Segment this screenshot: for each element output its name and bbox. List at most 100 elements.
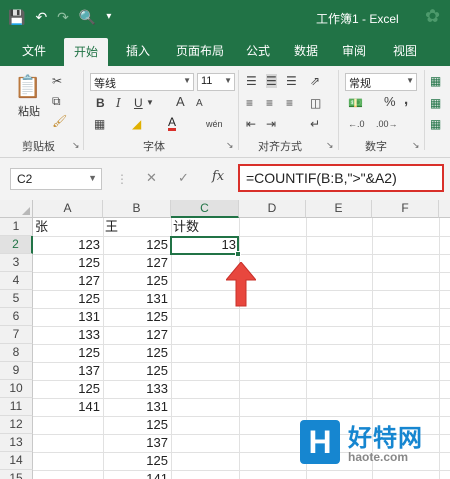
cell-a1[interactable]: 张 xyxy=(33,218,103,236)
tab-view[interactable]: 视图 xyxy=(393,42,417,59)
cell-b1[interactable]: 王 xyxy=(103,218,171,236)
cell-b7[interactable]: 127 xyxy=(103,326,171,344)
tab-data[interactable]: 数据 xyxy=(294,42,318,59)
italic-button[interactable]: I xyxy=(116,96,121,110)
cell-b9[interactable]: 125 xyxy=(103,362,171,380)
align-bottom-icon[interactable]: ☰ xyxy=(286,74,297,88)
decrease-decimal-icon[interactable]: .00→ xyxy=(376,117,398,131)
cell-a3[interactable]: 125 xyxy=(33,254,103,272)
cell-a4[interactable]: 127 xyxy=(33,272,103,290)
name-box[interactable]: C2 ▼ xyxy=(10,168,102,190)
bold-button[interactable]: B xyxy=(96,96,105,110)
row-header-4[interactable]: 4 xyxy=(0,272,33,290)
row-header-7[interactable]: 7 xyxy=(0,326,33,344)
fill-color-icon[interactable]: ◢ xyxy=(132,117,141,131)
tab-review[interactable]: 审阅 xyxy=(342,42,366,59)
customize-qat-icon[interactable]: ▾ xyxy=(106,8,111,26)
enter-button[interactable]: ✓ xyxy=(178,170,189,186)
cell-b2[interactable]: 125 xyxy=(103,236,171,254)
wrap-text-icon[interactable]: ↵ xyxy=(310,117,320,131)
font-color-button[interactable]: A xyxy=(168,116,177,131)
tab-insert[interactable]: 插入 xyxy=(126,42,150,59)
cell-c1[interactable]: 计数 xyxy=(171,218,239,236)
align-middle-icon[interactable]: ☰ xyxy=(266,74,277,88)
print-preview-icon[interactable]: 🔍 xyxy=(79,8,96,26)
merge-center-icon[interactable]: ◫ xyxy=(310,96,321,110)
cell-a5[interactable]: 125 xyxy=(33,290,103,308)
column-header-g[interactable] xyxy=(439,200,450,218)
row-header-12[interactable]: 12 xyxy=(0,416,33,434)
cell-b4[interactable]: 125 xyxy=(103,272,171,290)
align-top-icon[interactable]: ☰ xyxy=(246,74,257,88)
cell-b12[interactable]: 125 xyxy=(103,416,171,434)
cell-a10[interactable]: 125 xyxy=(33,380,103,398)
cut-icon[interactable]: ✂ xyxy=(52,74,62,88)
cell-b6[interactable]: 125 xyxy=(103,308,171,326)
column-header-b[interactable]: B xyxy=(103,200,171,218)
cell-a9[interactable]: 137 xyxy=(33,362,103,380)
column-header-a[interactable]: A xyxy=(33,200,103,218)
cell-b3[interactable]: 127 xyxy=(103,254,171,272)
font-launcher-icon[interactable]: ↘ xyxy=(226,140,234,151)
column-header-f[interactable]: F xyxy=(372,200,439,218)
insert-function-button[interactable]: fx xyxy=(212,169,224,184)
underline-button[interactable]: U xyxy=(134,96,143,110)
borders-icon[interactable]: ▦ xyxy=(94,117,105,131)
percent-button[interactable]: % xyxy=(384,95,396,109)
currency-icon[interactable]: 💵 xyxy=(348,96,363,110)
increase-decimal-icon[interactable]: ←.0 xyxy=(348,117,365,131)
undo-icon[interactable]: ↶ xyxy=(35,8,47,26)
cell-b10[interactable]: 133 xyxy=(103,380,171,398)
row-header-5[interactable]: 5 xyxy=(0,290,33,308)
font-size-combo[interactable]: 11 ▼ xyxy=(197,73,235,91)
font-name-combo[interactable]: 等线 ▼ xyxy=(90,73,194,91)
shrink-font-button[interactable]: A xyxy=(196,97,203,111)
cell-a6[interactable]: 131 xyxy=(33,308,103,326)
cell-b15[interactable]: 141 xyxy=(103,470,171,479)
phonetic-guide-button[interactable]: wén xyxy=(206,117,223,131)
align-center-icon[interactable]: ≡ xyxy=(266,96,273,110)
cell-a11[interactable]: 141 xyxy=(33,398,103,416)
conditional-formatting-icon[interactable]: ▦ xyxy=(430,74,441,88)
align-left-icon[interactable]: ≡ xyxy=(246,96,253,110)
column-header-e[interactable]: E xyxy=(306,200,372,218)
cell-a7[interactable]: 133 xyxy=(33,326,103,344)
align-right-icon[interactable]: ≡ xyxy=(286,96,293,110)
paste-icon[interactable]: 📋 xyxy=(12,72,44,102)
row-header-14[interactable]: 14 xyxy=(0,452,33,470)
column-header-d[interactable]: D xyxy=(239,200,306,218)
fill-handle[interactable] xyxy=(235,251,241,257)
copy-icon[interactable]: ⧉ xyxy=(52,94,61,108)
row-header-6[interactable]: 6 xyxy=(0,308,33,326)
grow-font-button[interactable]: A xyxy=(176,95,185,109)
cell-a8[interactable]: 125 xyxy=(33,344,103,362)
comma-button[interactable]: , xyxy=(404,92,408,107)
cancel-button[interactable]: ✕ xyxy=(146,170,157,186)
row-header-9[interactable]: 9 xyxy=(0,362,33,380)
cell-b5[interactable]: 131 xyxy=(103,290,171,308)
save-icon[interactable]: 💾 xyxy=(8,8,25,26)
paste-button[interactable]: 粘贴 xyxy=(14,104,44,118)
column-header-c[interactable]: C xyxy=(171,200,239,218)
row-header-3[interactable]: 3 xyxy=(0,254,33,272)
orientation-icon[interactable]: ⇗ xyxy=(310,74,320,88)
cell-styles-icon[interactable]: ▦ xyxy=(430,117,441,131)
formula-input[interactable]: =COUNTIF(B:B,">"&A2) xyxy=(238,164,444,192)
row-header-8[interactable]: 8 xyxy=(0,344,33,362)
cell-b8[interactable]: 125 xyxy=(103,344,171,362)
formula-bar-grip[interactable]: ⋮ xyxy=(116,172,128,186)
format-painter-icon[interactable]: 🖌 xyxy=(52,114,67,128)
decrease-indent-icon[interactable]: ⇤ xyxy=(246,117,256,131)
increase-indent-icon[interactable]: ⇥ xyxy=(266,117,276,131)
select-all-button[interactable] xyxy=(0,200,33,218)
cell-b13[interactable]: 137 xyxy=(103,434,171,452)
number-launcher-icon[interactable]: ↘ xyxy=(412,140,420,151)
cell-b14[interactable]: 125 xyxy=(103,452,171,470)
tab-page-layout[interactable]: 页面布局 xyxy=(176,42,224,59)
number-format-combo[interactable]: 常规 ▼ xyxy=(345,73,417,91)
tab-formulas[interactable]: 公式 xyxy=(246,42,270,59)
redo-icon[interactable]: ↷ xyxy=(57,8,69,26)
chevron-down-icon[interactable]: ▼ xyxy=(146,96,154,110)
row-header-10[interactable]: 10 xyxy=(0,380,33,398)
row-header-2[interactable]: 2 xyxy=(0,236,33,254)
